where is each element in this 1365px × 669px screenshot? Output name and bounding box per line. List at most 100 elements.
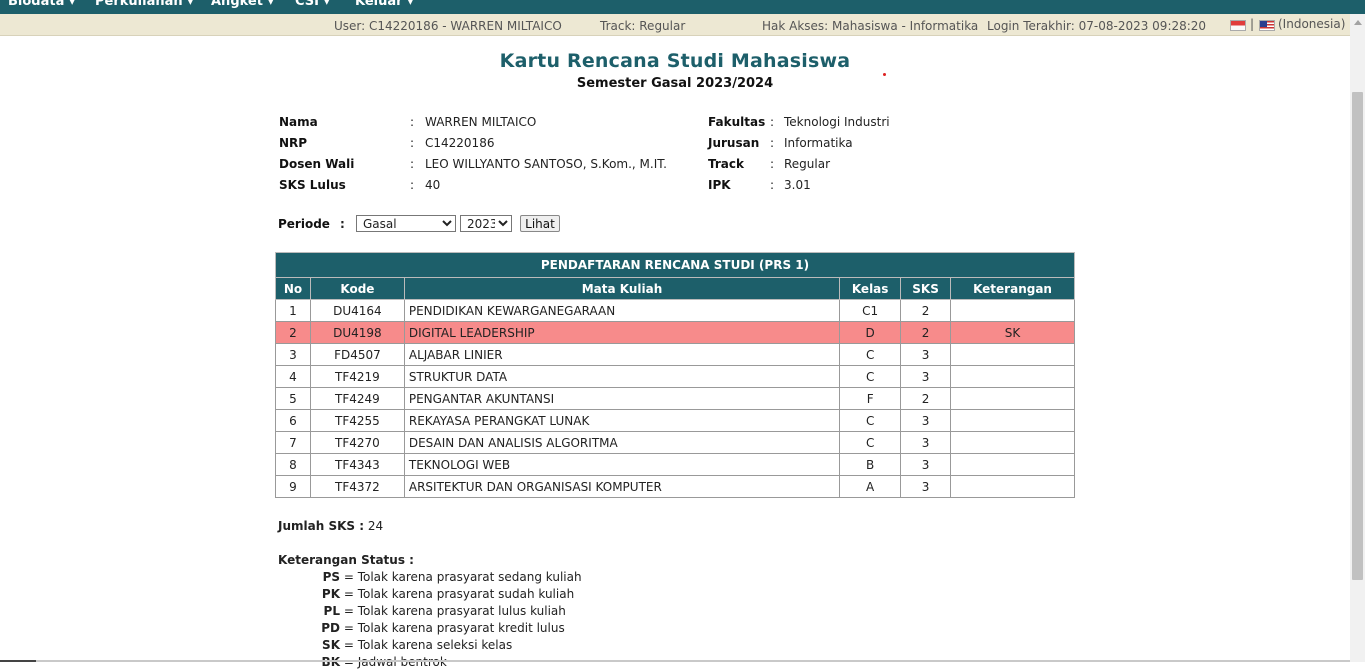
cell-no: 6 bbox=[275, 409, 311, 432]
nav-biodata[interactable]: Biodata ▾ bbox=[8, 0, 75, 9]
legend-code: BK bbox=[321, 655, 340, 669]
value-sks-lulus: 40 bbox=[425, 178, 441, 192]
legend-text: = Tolak karena prasyarat lulus kuliah bbox=[343, 604, 566, 618]
last-login-info: Login Terakhir: 07-08-2023 09:28:20 bbox=[987, 19, 1207, 33]
english-flag-icon[interactable] bbox=[1259, 20, 1275, 31]
periode-colon: : bbox=[340, 217, 345, 231]
table-row: 6 TF4255 REKAYASA PERANGKAT LUNAK C 3 bbox=[275, 409, 1075, 432]
table-row: 7 TF4270 DESAIN DAN ANALISIS ALGORITMA C… bbox=[275, 431, 1075, 454]
legend-code: PD bbox=[321, 621, 340, 635]
nav-perkuliahan[interactable]: Perkuliahan ▾ bbox=[95, 0, 194, 9]
table-row: 4 TF4219 STRUKTUR DATA C 3 bbox=[275, 365, 1075, 388]
track-info: Track: Regular bbox=[600, 19, 686, 33]
table-row: 8 TF4343 TEKNOLOGI WEB B 3 bbox=[275, 453, 1075, 476]
cell-mata-kuliah: PENDIDIKAN KEWARGANEGARAAN bbox=[403, 299, 841, 322]
info-bar: User: C14220186 - WARREN MILTAICO Track:… bbox=[0, 14, 1350, 36]
colon: : bbox=[410, 157, 415, 171]
table-row: 9 TF4372 ARSITEKTUR DAN ORGANISASI KOMPU… bbox=[275, 475, 1075, 498]
cell-keterangan bbox=[950, 453, 1075, 476]
access-info: Hak Akses: Mahasiswa - Informatika bbox=[762, 19, 979, 33]
cell-kelas: D bbox=[839, 321, 902, 344]
user-info: User: C14220186 - WARREN MILTAICO bbox=[334, 19, 562, 33]
legend-text: = Tolak karena prasyarat kredit lulus bbox=[343, 621, 565, 635]
label-dosen-wali: Dosen Wali bbox=[279, 157, 355, 171]
label-nrp: NRP bbox=[279, 136, 308, 150]
year-select[interactable]: 2023 bbox=[460, 215, 512, 232]
cell-keterangan: SK bbox=[950, 321, 1075, 344]
cell-no: 1 bbox=[275, 299, 311, 322]
semester-select[interactable]: Gasal bbox=[356, 215, 456, 232]
value-fakultas: Teknologi Industri bbox=[784, 115, 890, 129]
cell-keterangan bbox=[950, 299, 1075, 322]
indonesia-flag-icon[interactable] bbox=[1230, 20, 1246, 31]
nav-csi[interactable]: CSI ▾ bbox=[295, 0, 330, 9]
cell-keterangan bbox=[950, 387, 1075, 410]
cell-mata-kuliah: PENGANTAR AKUNTANSI bbox=[403, 387, 841, 410]
lihat-button[interactable]: Lihat bbox=[520, 215, 560, 232]
cell-kode: TF4255 bbox=[309, 409, 405, 432]
cell-kelas: C1 bbox=[839, 299, 902, 322]
colon: : bbox=[770, 178, 775, 192]
label-track: Track bbox=[708, 157, 744, 171]
current-language: (Indonesia) bbox=[1278, 17, 1346, 31]
cell-kelas: C bbox=[839, 365, 902, 388]
value-nama: WARREN MILTAICO bbox=[425, 115, 537, 129]
legend-item: PS = Tolak karena prasyarat sedang kulia… bbox=[300, 570, 582, 584]
cell-no: 4 bbox=[275, 365, 311, 388]
col-keterangan: Keterangan bbox=[950, 277, 1075, 300]
col-mata-kuliah: Mata Kuliah bbox=[403, 277, 841, 300]
cell-no: 9 bbox=[275, 475, 311, 498]
scrollbar-thumb[interactable] bbox=[1352, 92, 1363, 580]
legend-item: PK = Tolak karena prasyarat sudah kuliah bbox=[300, 587, 574, 601]
legend-item: BK = Jadwal bentrok bbox=[300, 655, 447, 669]
table-row: 5 TF4249 PENGANTAR AKUNTANSI F 2 bbox=[275, 387, 1075, 410]
col-kelas: Kelas bbox=[839, 277, 902, 300]
cell-keterangan bbox=[950, 365, 1075, 388]
colon: : bbox=[410, 136, 415, 150]
prs-table: PENDAFTARAN RENCANA STUDI (PRS 1) No Kod… bbox=[275, 252, 1075, 498]
legend-item: SK = Tolak karena seleksi kelas bbox=[300, 638, 512, 652]
total-sks: Jumlah SKS : 24 bbox=[278, 519, 383, 533]
periode-label: Periode bbox=[278, 217, 330, 231]
cell-keterangan bbox=[950, 343, 1075, 366]
value-track: Regular bbox=[784, 157, 831, 171]
table-row-highlighted: 2 DU4198 DIGITAL LEADERSHIP D 2 SK bbox=[275, 321, 1075, 344]
legend-text: = Jadwal bentrok bbox=[343, 655, 447, 669]
table-row: 3 FD4507 ALJABAR LINIER C 3 bbox=[275, 343, 1075, 366]
cell-kode: TF4343 bbox=[309, 453, 405, 476]
cell-kelas: B bbox=[839, 453, 902, 476]
cell-no: 7 bbox=[275, 431, 311, 454]
label-ipk: IPK bbox=[708, 178, 731, 192]
colon: : bbox=[770, 136, 775, 150]
scroll-up-arrow-icon[interactable] bbox=[1354, 20, 1362, 25]
cell-sks: 2 bbox=[900, 321, 952, 344]
cell-kode: FD4507 bbox=[309, 343, 405, 366]
legend-code: PL bbox=[323, 604, 340, 618]
nav-keluar[interactable]: Keluar ▾ bbox=[355, 0, 414, 9]
nav-angket[interactable]: Angket ▾ bbox=[211, 0, 274, 9]
cell-sks: 3 bbox=[900, 343, 952, 366]
legend-code: PS bbox=[322, 570, 340, 584]
page-title: Kartu Rencana Studi Mahasiswa bbox=[499, 50, 851, 72]
cell-kode: DU4198 bbox=[309, 321, 405, 344]
col-kode: Kode bbox=[309, 277, 405, 300]
label-fakultas: Fakultas bbox=[708, 115, 766, 129]
total-sks-value: 24 bbox=[367, 519, 384, 533]
top-nav: Biodata ▾ Perkuliahan ▾ Angket ▾ CSI ▾ K… bbox=[0, 0, 1365, 14]
cell-mata-kuliah: ALJABAR LINIER bbox=[403, 343, 841, 366]
cell-kelas: F bbox=[839, 387, 902, 410]
cell-sks: 3 bbox=[900, 409, 952, 432]
language-separator: | bbox=[1250, 17, 1255, 31]
cell-no: 2 bbox=[275, 321, 311, 344]
colon: : bbox=[770, 157, 775, 171]
value-ipk: 3.01 bbox=[784, 178, 811, 192]
legend-code: PK bbox=[321, 587, 340, 601]
cell-kode: TF4249 bbox=[309, 387, 405, 410]
cell-keterangan bbox=[950, 431, 1075, 454]
cell-sks: 2 bbox=[900, 299, 952, 322]
cell-kode: TF4270 bbox=[309, 431, 405, 454]
cell-no: 8 bbox=[275, 453, 311, 476]
cell-mata-kuliah: ARSITEKTUR DAN ORGANISASI KOMPUTER bbox=[403, 475, 841, 498]
cell-sks: 3 bbox=[900, 365, 952, 388]
legend-text: = Tolak karena prasyarat sedang kuliah bbox=[343, 570, 582, 584]
